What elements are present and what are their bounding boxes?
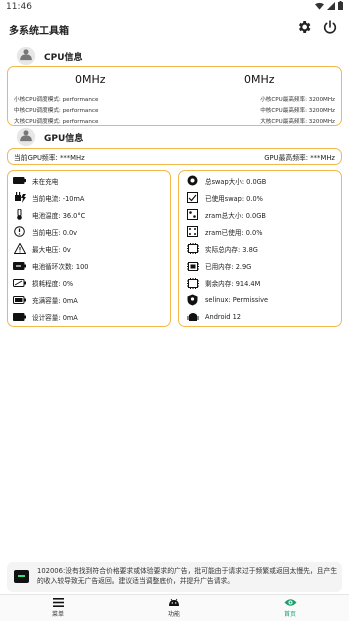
gpu-current-freq: 当前GPU频率: ***MHz	[14, 154, 85, 162]
battery-row-current: 当前电流: -10mA	[13, 189, 88, 206]
cpu-maxfreq-big: 大核CPU最高频率: 3200MHz	[260, 119, 335, 125]
cpu-governor-small: 小核CPU调度模式: performance	[14, 97, 99, 103]
battery-row-health: 损耗程度: 0%	[13, 275, 88, 292]
android-nav-icon	[154, 596, 194, 608]
battery-full-label: 充满容量: 0mA	[32, 297, 78, 306]
memory-card: 总swap大小: 0.0GB 已使用swap: 0.0% zram总大小: 0.…	[178, 170, 342, 327]
memory-selinux-label: selinux: Permissive	[205, 296, 269, 305]
memory-row-swap: 总swap大小: 0.0GB	[186, 172, 268, 189]
cpu-icon	[16, 46, 36, 66]
memory-row-android: Android 12	[186, 309, 268, 326]
nav-home[interactable]: 首页	[270, 596, 310, 618]
battery-temp-label: 电池温度: 36.0°C	[32, 211, 86, 220]
cpu-governor-mid: 中核CPU调度模式: performance	[14, 108, 99, 114]
status-icons	[315, 1, 343, 10]
battery-row-maxvolt: 最大电压: 0v	[13, 240, 88, 257]
cpu-maxfreq-mid: 中核CPU最高频率: 3200MHz	[260, 108, 335, 114]
memory-swapused-label: 已使用swap: 0.0%	[205, 194, 263, 203]
battery-status-label: 未在充电	[32, 177, 59, 186]
memory-row-zram: zram总大小: 0.0GB	[186, 206, 268, 223]
memory-row-swapused: 已使用swap: 0.0%	[186, 189, 268, 206]
battery-cycles-label: 电池循环次数: 100	[32, 263, 89, 272]
zram-icon	[186, 209, 199, 221]
selinux-icon	[186, 294, 199, 306]
battery-row-full: 充满容量: 0mA	[13, 292, 88, 309]
battery-health-icon	[13, 278, 26, 289]
battery-health-label: 损耗程度: 0%	[32, 280, 74, 289]
memory-list: 总swap大小: 0.0GB 已使用swap: 0.0% zram总大小: 0.…	[186, 172, 268, 326]
cpu-maxfreq-small: 小核CPU最高频率: 3200MHz	[260, 97, 335, 103]
battery-row-status: 未在充电	[13, 172, 88, 189]
nav-home-label: 首页	[283, 611, 296, 618]
ram-used-icon	[186, 261, 199, 272]
nav-menu[interactable]: 菜单	[38, 596, 78, 618]
battery-current-label: 当前电流: -10mA	[32, 194, 85, 203]
memory-ram-label: 实际总内存: 3.8G	[205, 245, 258, 254]
charging-plug-icon	[13, 192, 26, 204]
settings-icon[interactable]	[296, 19, 312, 35]
gpu-title: GPU信息	[44, 133, 84, 144]
battery-row-design: 设计容量: 0mA	[13, 309, 88, 326]
status-battery-icon	[338, 1, 343, 10]
ram-icon	[186, 243, 199, 255]
battery-card: 未在充电 当前电流: -10mA 电池温度: 36.0°C 当前电压: 0.0v…	[7, 170, 171, 327]
cpu-freq-right: 0MHz	[244, 73, 275, 86]
battery-list: 未在充电 当前电流: -10mA 电池温度: 36.0°C 当前电压: 0.0v…	[13, 172, 88, 326]
memory-android-label: Android 12	[205, 313, 241, 322]
battery-voltage-label: 当前电压: 0.0v	[32, 228, 78, 237]
voltage-icon	[13, 226, 26, 238]
memory-row-selinux: selinux: Permissive	[186, 292, 268, 309]
battery-icon	[13, 175, 26, 186]
gpu-section-header: GPU信息	[16, 127, 83, 147]
signal-icon	[327, 1, 335, 10]
cpu-governor-big: 大核CPU调度模式: performance	[14, 119, 99, 125]
battery-full-icon	[13, 295, 26, 306]
memory-ramfree-label: 剩余内存: 914.4M	[205, 280, 261, 289]
battery-row-voltage: 当前电压: 0.0v	[13, 223, 88, 240]
battery-design-label: 设计容量: 0mA	[32, 314, 78, 323]
status-time: 11:46	[6, 2, 32, 12]
swap-used-icon	[186, 192, 199, 204]
app-title: 多系统工具箱	[9, 26, 69, 37]
gpu-max-freq: GPU最高频率: ***MHz	[264, 154, 335, 162]
warning-icon	[13, 243, 26, 255]
cpu-card: 0MHz 0MHz 小核CPU调度模式: performance 中核CPU调度…	[7, 66, 342, 126]
ad-error-text: 102006:没有找到符合价格要求或体验要求的广告，批可能由于请求过于频繁或返回…	[37, 567, 338, 585]
status-bar: 11:46	[0, 0, 349, 14]
power-icon[interactable]	[322, 19, 338, 35]
ad-logo-icon	[14, 570, 29, 583]
android-icon	[186, 312, 199, 323]
swap-icon	[186, 175, 199, 186]
ram-free-icon	[186, 277, 199, 289]
nav-functions[interactable]: 功能	[154, 596, 194, 618]
app-bar: 多系统工具箱	[0, 14, 349, 40]
battery-design-icon	[13, 312, 26, 323]
memory-zramused-label: zram已使用: 0.0%	[205, 228, 263, 237]
nav-menu-label: 菜单	[51, 611, 64, 618]
bottom-navigation: 菜单 功能 首页	[0, 594, 349, 621]
battery-row-cycles: 电池循环次数: 100	[13, 257, 88, 274]
nav-functions-label: 功能	[167, 611, 180, 618]
memory-zram-label: zram总大小: 0.0GB	[205, 211, 266, 220]
battery-row-temp: 电池温度: 36.0°C	[13, 206, 88, 223]
memory-ramused-label: 已用内存: 2.9G	[205, 263, 252, 272]
cpu-section-header: CPU信息	[16, 46, 83, 66]
ad-banner[interactable]: 102006:没有找到符合价格要求或体验要求的广告，批可能由于请求过于频繁或返回…	[7, 562, 342, 592]
eye-icon	[270, 596, 310, 608]
thermometer-icon	[13, 209, 26, 221]
cpu-freq-left: 0MHz	[75, 73, 106, 86]
memory-swap-label: 总swap大小: 0.0GB	[205, 177, 267, 186]
zram-used-icon	[186, 226, 199, 238]
memory-row-ramfree: 剩余内存: 914.4M	[186, 275, 268, 292]
wifi-icon	[315, 2, 324, 10]
battery-maxvolt-label: 最大电压: 0v	[32, 245, 71, 254]
battery-cycle-icon	[13, 261, 26, 272]
cpu-title: CPU信息	[44, 52, 83, 63]
gpu-icon	[16, 127, 36, 147]
memory-row-ramused: 已用内存: 2.9G	[186, 257, 268, 274]
menu-icon	[38, 596, 78, 608]
gpu-card: 当前GPU频率: ***MHz GPU最高频率: ***MHz	[7, 148, 342, 165]
memory-row-ram: 实际总内存: 3.8G	[186, 240, 268, 257]
memory-row-zramused: zram已使用: 0.0%	[186, 223, 268, 240]
